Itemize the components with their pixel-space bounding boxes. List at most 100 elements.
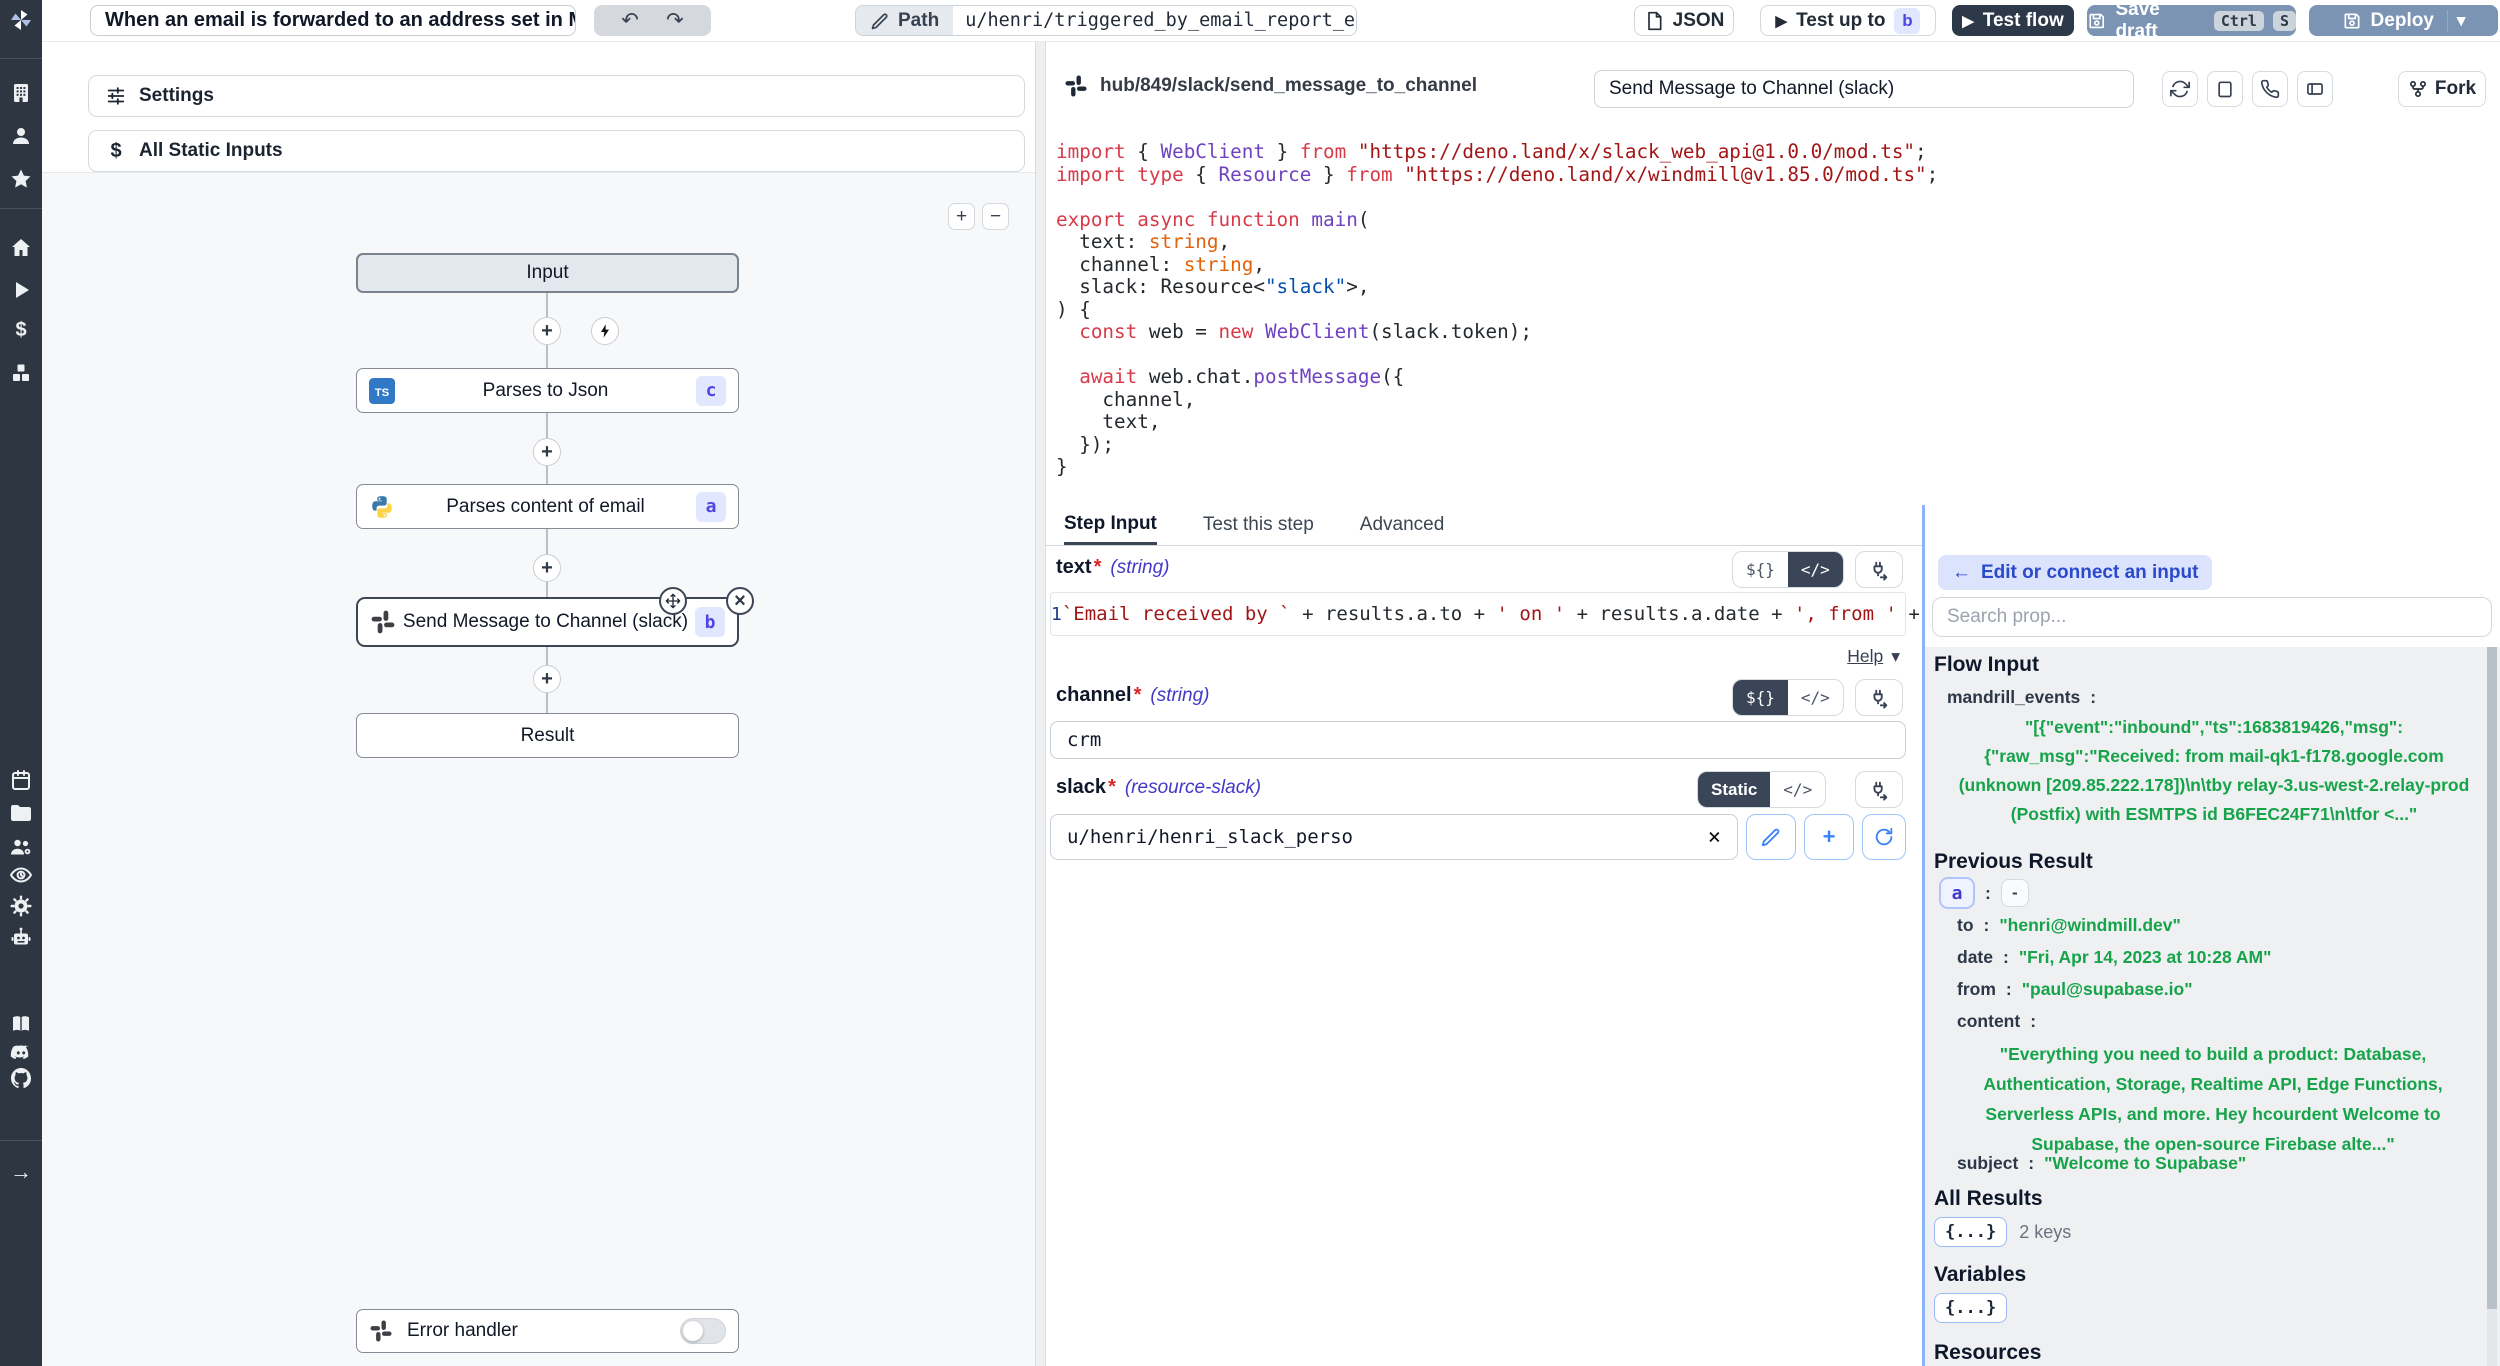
error-handler-row[interactable]: Error handler: [356, 1309, 739, 1353]
panel-left-icon: [2305, 79, 2325, 99]
expand-variables-button[interactable]: {...}: [1934, 1293, 2007, 1323]
flow-node-input[interactable]: Input: [356, 253, 739, 293]
test-up-to-button[interactable]: ▶ Test up to b: [1760, 5, 1936, 36]
sidebar-item-user-icon[interactable]: [9, 124, 33, 148]
collapse-button[interactable]: -: [2001, 879, 2029, 907]
add-step-button[interactable]: +: [533, 438, 561, 466]
all-static-inputs-button[interactable]: $ All Static Inputs: [88, 130, 1025, 172]
sidebar-expand-arrow-icon[interactable]: →: [9, 1160, 33, 1184]
result-entry-date[interactable]: date:"Fri, Apr 14, 2023 at 10:28 AM": [1957, 947, 2271, 968]
template-mode-button[interactable]: ${}: [1733, 552, 1788, 587]
path-input[interactable]: u/henri/triggered_by_email_report_email: [953, 6, 1356, 35]
result-entry-content-value[interactable]: "Everything you need to build a product:…: [1945, 1039, 2481, 1159]
move-node-handle[interactable]: [659, 587, 687, 615]
add-step-button[interactable]: +: [533, 554, 561, 582]
flow-input-value[interactable]: "[{"event":"inbound","ts":1683819426,"ms…: [1949, 713, 2479, 829]
svg-text:TS: TS: [375, 386, 390, 398]
connect-input-button[interactable]: [1855, 679, 1903, 716]
edit-or-connect-button[interactable]: ← Edit or connect an input: [1938, 555, 2212, 590]
add-step-button[interactable]: +: [533, 665, 561, 693]
fork-button[interactable]: Fork: [2398, 71, 2486, 107]
javascript-mode-button[interactable]: </>: [1788, 680, 1843, 715]
sidebar-item-favorites-star-icon[interactable]: [9, 167, 33, 191]
sidebar-item-home-icon[interactable]: [9, 236, 33, 260]
tab-step-input[interactable]: Step Input: [1064, 505, 1157, 545]
panel-resize-handle[interactable]: [1035, 42, 1046, 1366]
sidebar-item-ai-robot-icon[interactable]: [9, 925, 33, 949]
flow-canvas[interactable]: + − Input + TS Parses to Json c + Parses…: [42, 172, 1035, 1366]
all-results-heading: All Results: [1934, 1187, 2043, 1211]
call-script-button[interactable]: [2252, 71, 2288, 107]
windmill-logo-icon[interactable]: [9, 8, 33, 32]
add-step-button[interactable]: +: [533, 317, 561, 345]
error-handler-toggle[interactable]: [680, 1318, 726, 1344]
text-expression-editor[interactable]: 1 `Email received by ` + results.a.to + …: [1050, 592, 1906, 636]
clear-resource-icon[interactable]: ×: [1708, 825, 1721, 850]
static-mode-button[interactable]: Static: [1698, 772, 1770, 807]
text-expression: `Email received by ` + results.a.to + ' …: [1062, 603, 1989, 625]
all-results-row: {...} 2 keys: [1934, 1217, 2071, 1247]
trigger-bolt-button[interactable]: [591, 317, 619, 345]
sidebar-item-resources-cubes-icon[interactable]: [9, 361, 33, 385]
sidebar-item-settings-gear-icon[interactable]: [9, 894, 33, 918]
flow-node-parses-to-json[interactable]: TS Parses to Json c: [356, 368, 739, 413]
flow-settings-button[interactable]: Settings: [88, 75, 1025, 117]
javascript-mode-button[interactable]: </>: [1770, 772, 1825, 807]
scrollbar-thumb[interactable]: [2487, 647, 2497, 1309]
box-button[interactable]: [2207, 71, 2243, 107]
save-draft-button[interactable]: Save draft Ctrl S: [2087, 5, 2296, 36]
edit-resource-button[interactable]: [1746, 814, 1796, 860]
flow-node-parses-content[interactable]: Parses content of email a: [356, 484, 739, 529]
json-button[interactable]: JSON: [1634, 5, 1734, 36]
refresh-resource-button[interactable]: [1862, 814, 1906, 860]
help-link[interactable]: Help▾: [1760, 646, 1900, 667]
flow-name-input[interactable]: When an email is forwarded to an address…: [90, 5, 576, 36]
previous-result-node-row[interactable]: a : -: [1939, 877, 2029, 909]
javascript-mode-button[interactable]: </>: [1788, 552, 1843, 587]
sidebar-item-schedules-calendar-icon[interactable]: [9, 768, 33, 792]
zoom-out-button[interactable]: −: [982, 203, 1009, 230]
sidebar-item-github-icon[interactable]: [9, 1066, 33, 1090]
tab-advanced[interactable]: Advanced: [1360, 505, 1445, 545]
channel-input[interactable]: crm: [1050, 721, 1906, 759]
undo-icon[interactable]: ↶: [621, 8, 639, 33]
tab-test-this-step[interactable]: Test this step: [1203, 505, 1314, 545]
step-id-badge: c: [696, 376, 726, 406]
search-prop-input[interactable]: Search prop...: [1932, 597, 2492, 637]
node-a-badge[interactable]: a: [1939, 877, 1975, 909]
result-entry-subject[interactable]: subject:"Welcome to Supabase": [1957, 1153, 2246, 1174]
result-entry-to[interactable]: to:"henri@windmill.dev": [1957, 915, 2181, 936]
connect-input-button[interactable]: [1855, 551, 1903, 588]
sidebar-item-audit-eye-icon[interactable]: [9, 863, 33, 887]
sidebar-item-folders-icon[interactable]: [9, 801, 33, 825]
sidebar-item-docs-book-icon[interactable]: [9, 1012, 33, 1036]
connect-input-button[interactable]: [1855, 771, 1903, 808]
template-mode-button[interactable]: ${}: [1733, 680, 1788, 715]
sidebar-item-workers-group-icon[interactable]: [9, 835, 33, 859]
sidebar-item-discord-icon[interactable]: [9, 1041, 33, 1065]
result-entry-content-key[interactable]: content:: [1957, 1011, 2046, 1032]
sidebar-item-workspace-building-icon[interactable]: [9, 81, 33, 105]
remove-node-button[interactable]: ×: [726, 587, 754, 615]
panel-button[interactable]: [2297, 71, 2333, 107]
flow-input-key-row[interactable]: mandrill_events :: [1947, 687, 2106, 708]
text-input-mode-toggle: ${} </>: [1732, 551, 1844, 588]
code-block[interactable]: import { WebClient } from "https://deno.…: [1056, 141, 1938, 479]
result-entry-from[interactable]: from:"paul@supabase.io": [1957, 979, 2193, 1000]
keys-count: 2 keys: [2019, 1222, 2071, 1243]
zoom-in-button[interactable]: +: [948, 203, 975, 230]
test-flow-button[interactable]: ▶ Test flow: [1952, 5, 2074, 36]
step-summary-input[interactable]: Send Message to Channel (slack): [1594, 70, 2134, 108]
flow-node-result[interactable]: Result: [356, 713, 739, 758]
sync-script-button[interactable]: [2162, 71, 2198, 107]
path-button[interactable]: Path: [856, 6, 953, 35]
add-resource-button[interactable]: +: [1804, 814, 1854, 860]
deploy-button[interactable]: Deploy ▾: [2309, 5, 2498, 36]
expand-results-button[interactable]: {...}: [1934, 1217, 2007, 1247]
sidebar-item-variables-dollar-icon[interactable]: $: [9, 318, 33, 342]
chevron-down-icon[interactable]: ▾: [2457, 11, 2466, 31]
slack-resource-input[interactable]: u/henri/henri_slack_perso ×: [1050, 814, 1738, 860]
redo-icon[interactable]: ↷: [666, 8, 684, 33]
sidebar-item-runs-play-icon[interactable]: [9, 278, 33, 302]
app-sidebar: $ →: [0, 0, 42, 1366]
